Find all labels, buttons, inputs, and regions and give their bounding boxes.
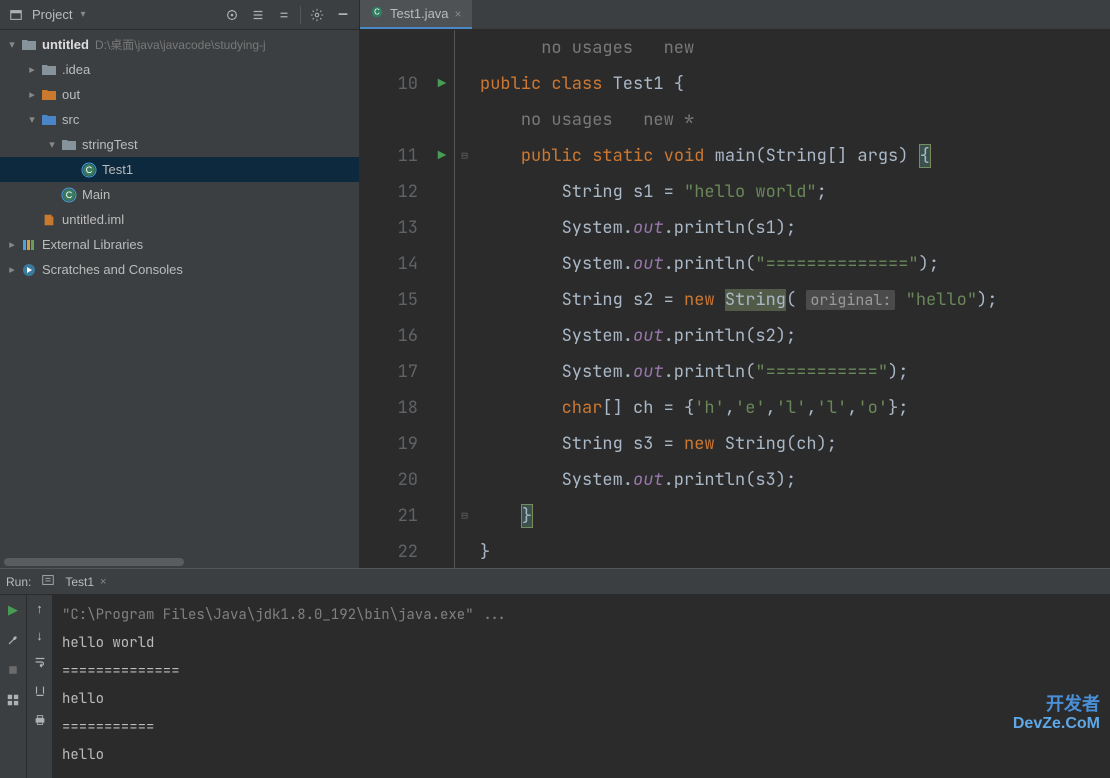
editor-tab-test1[interactable]: C Test1.java ×: [360, 0, 472, 29]
code-area[interactable]: no usages newpublic class Test1 { no usa…: [474, 30, 1110, 568]
tree-item-label: Test1: [102, 162, 133, 177]
tree-item-label: src: [62, 112, 79, 127]
folder-gray-icon: [20, 36, 38, 54]
editor-tab-bar: C Test1.java ×: [360, 0, 1110, 30]
java-file-icon: C: [370, 5, 384, 22]
stop-icon[interactable]: [4, 661, 22, 679]
run-header: Run: Test1 ×: [0, 569, 1110, 595]
line-number-gutter: 10111213141516171819202122: [360, 30, 430, 568]
tree-arrow-icon[interactable]: ▸: [4, 238, 20, 251]
soft-wrap-icon[interactable]: [33, 655, 47, 672]
print-icon[interactable]: [33, 713, 47, 730]
tree-item-label: External Libraries: [42, 237, 143, 252]
select-opened-file-icon[interactable]: [222, 5, 242, 25]
run-title: Run:: [6, 575, 31, 589]
run-gutter[interactable]: ▶▶: [430, 30, 454, 568]
project-tree[interactable]: ▾ untitled D:\桌面\java\javacode\studying-j ▸…: [0, 30, 359, 556]
folder-gray-icon: [60, 136, 78, 154]
project-dropdown-icon[interactable]: ▾: [80, 9, 85, 20]
iml-icon: [40, 211, 58, 229]
run-second-toolbar: ↑ ↓: [26, 595, 52, 778]
tree-item-test1[interactable]: C Test1: [0, 157, 359, 182]
expand-all-icon[interactable]: [248, 5, 268, 25]
run-line-icon[interactable]: ▶: [438, 66, 446, 102]
close-tab-icon[interactable]: ×: [455, 7, 462, 21]
down-arrow-icon[interactable]: ↓: [36, 628, 43, 643]
close-run-tab-icon[interactable]: ×: [100, 576, 106, 588]
project-tool-window: Project ▾ ▾ untitled D:\桌面\java\javacode\s…: [0, 0, 360, 568]
tree-item-untitled[interactable]: ▾ untitled D:\桌面\java\javacode\studying-j: [0, 32, 359, 57]
up-arrow-icon[interactable]: ↑: [36, 601, 43, 616]
run-left-toolbar: ▶: [0, 595, 26, 778]
tree-item-stringtest[interactable]: ▾ stringTest: [0, 132, 359, 157]
tree-arrow-icon[interactable]: ▸: [24, 63, 40, 76]
folder-orange-icon: [40, 86, 58, 104]
tree-item-label: untitled.iml: [62, 212, 124, 227]
java-icon: C: [60, 186, 78, 204]
run-config-icon: [41, 573, 55, 590]
svg-text:C: C: [86, 165, 93, 175]
tree-item-label: .idea: [62, 62, 90, 77]
tree-arrow-icon[interactable]: ▾: [44, 138, 60, 151]
tree-arrow-icon[interactable]: ▾: [4, 38, 20, 51]
scratch-icon: [20, 261, 38, 279]
editor-panel: C Test1.java × 1011121314151617181920212…: [360, 0, 1110, 568]
horizontal-scrollbar[interactable]: [0, 556, 359, 568]
wrench-icon[interactable]: [4, 631, 22, 649]
project-header: Project ▾: [0, 0, 359, 30]
tree-item-path: D:\桌面\java\javacode\studying-j: [95, 36, 266, 53]
scroll-to-end-icon[interactable]: [33, 684, 47, 701]
tree-item-label: Main: [82, 187, 110, 202]
run-tool-window: Run: Test1 × ▶ ↑ ↓ "C:\Program Files\Jav…: [0, 568, 1110, 778]
rerun-icon[interactable]: ▶: [4, 601, 22, 619]
tree-item-scratches-and-consoles[interactable]: ▸ Scratches and Consoles: [0, 257, 359, 282]
project-icon: [6, 5, 26, 25]
run-line-icon[interactable]: ▶: [438, 138, 446, 174]
folder-blue-icon: [40, 111, 58, 129]
tree-item-untitled-iml[interactable]: untitled.iml: [0, 207, 359, 232]
run-tab-label: Test1: [65, 575, 94, 589]
svg-text:C: C: [66, 190, 73, 200]
tree-item-main[interactable]: C Main: [0, 182, 359, 207]
tree-arrow-icon[interactable]: ▾: [24, 113, 40, 126]
folder-gray-icon: [40, 61, 58, 79]
console-output[interactable]: "C:\Program Files\Java\jdk1.8.0_192\bin\…: [52, 595, 1110, 778]
fold-gutter[interactable]: ⊟⊟: [454, 30, 474, 568]
tree-item-external-libraries[interactable]: ▸ External Libraries: [0, 232, 359, 257]
settings-gear-icon[interactable]: [307, 5, 327, 25]
tree-item-out[interactable]: ▸ out: [0, 82, 359, 107]
console-line: hello: [62, 741, 1100, 769]
tree-item-src[interactable]: ▾ src: [0, 107, 359, 132]
run-tab[interactable]: Test1 ×: [65, 575, 106, 589]
console-line: ==============: [62, 657, 1100, 685]
console-line: hello world: [62, 629, 1100, 657]
tree-item-label: stringTest: [82, 137, 138, 152]
editor-body[interactable]: 10111213141516171819202122 ▶▶ ⊟⊟ no usag…: [360, 30, 1110, 568]
hide-panel-icon[interactable]: [333, 5, 353, 25]
tree-item--idea[interactable]: ▸ .idea: [0, 57, 359, 82]
editor-tab-label: Test1.java: [390, 6, 449, 21]
layout-icon[interactable]: [4, 691, 22, 709]
project-title[interactable]: Project: [32, 7, 72, 22]
java-icon: C: [80, 161, 98, 179]
tree-item-label: untitled: [42, 37, 89, 52]
tree-arrow-icon[interactable]: ▸: [24, 88, 40, 101]
console-line: ===========: [62, 713, 1100, 741]
tree-item-label: Scratches and Consoles: [42, 262, 183, 277]
tree-arrow-icon[interactable]: ▸: [4, 263, 20, 276]
svg-text:C: C: [374, 8, 380, 17]
console-line: hello: [62, 685, 1100, 713]
lib-icon: [20, 236, 38, 254]
collapse-all-icon[interactable]: [274, 5, 294, 25]
separator: [300, 6, 301, 24]
tree-item-label: out: [62, 87, 80, 102]
console-line: "C:\Program Files\Java\jdk1.8.0_192\bin\…: [62, 601, 1100, 629]
